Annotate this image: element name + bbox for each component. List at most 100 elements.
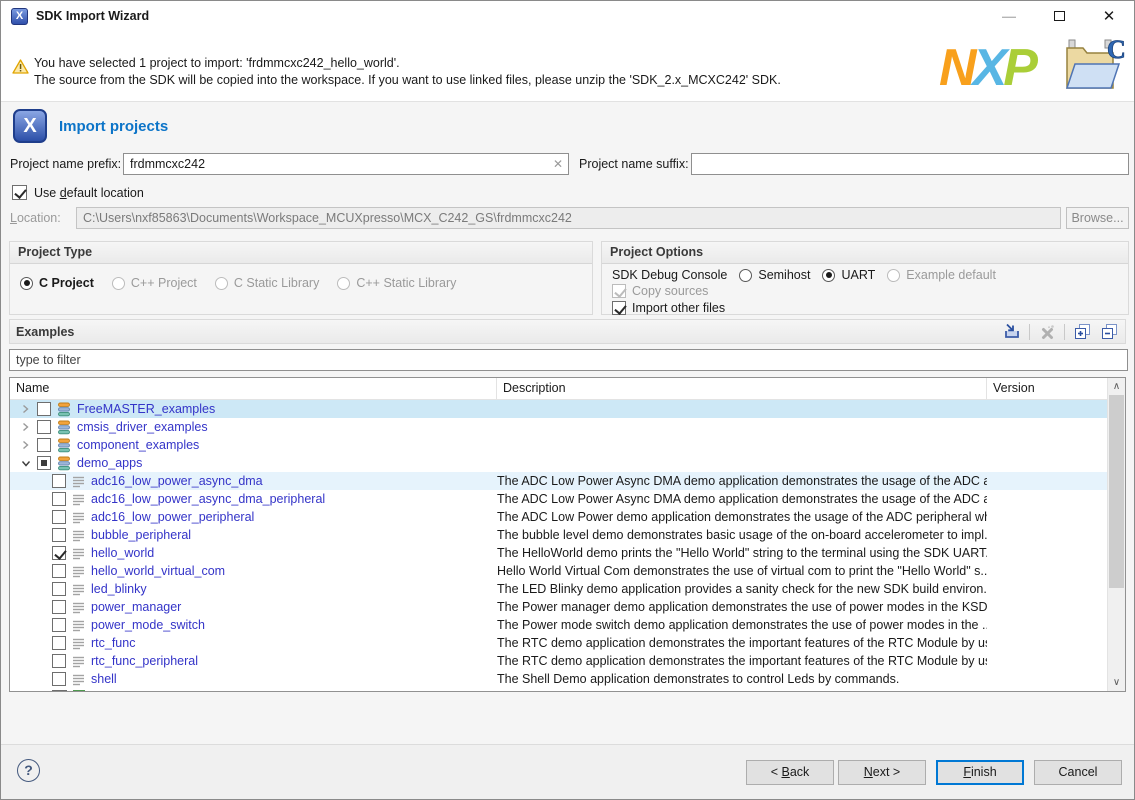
scrollbar-thumb[interactable]: [1109, 395, 1124, 588]
example-row-FreeMASTER_examples[interactable]: FreeMASTER_examples: [10, 400, 1107, 418]
scroll-up-icon[interactable]: ∧: [1108, 378, 1125, 395]
example-description: The Power manager demo application demon…: [497, 600, 987, 614]
chevron-right-icon[interactable]: [20, 404, 31, 414]
checkbox-label: Copy sources: [632, 284, 708, 298]
toolbar-separator: [1029, 324, 1030, 340]
suffix-input[interactable]: [691, 153, 1129, 175]
example-checkbox[interactable]: [52, 672, 66, 686]
example-file-icon: [72, 601, 85, 614]
chevron-right-icon[interactable]: [20, 422, 31, 432]
project-type-c-project[interactable]: C Project: [20, 276, 94, 290]
maximize-icon: [1054, 11, 1065, 21]
example-row-demo_apps[interactable]: demo_apps: [10, 454, 1107, 472]
radio-icon[interactable]: [739, 269, 752, 282]
toolbar-separator: [1064, 324, 1065, 340]
finish-button[interactable]: Finish: [936, 760, 1024, 785]
expand-all-icon[interactable]: [1072, 323, 1092, 341]
example-checkbox[interactable]: [52, 510, 66, 524]
example-checkbox[interactable]: [52, 654, 66, 668]
scroll-down-icon[interactable]: ∨: [1108, 674, 1125, 691]
example-checkbox[interactable]: [52, 582, 66, 596]
example-row-adc16_low_power_async_dma[interactable]: adc16_low_power_async_dmaThe ADC Low Pow…: [10, 472, 1107, 490]
examples-table-header[interactable]: Name Description Version: [10, 378, 1125, 400]
example-row-component_examples[interactable]: component_examples: [10, 436, 1107, 454]
example-row-rtc_func[interactable]: rtc_funcThe RTC demo application demonst…: [10, 634, 1107, 652]
example-checkbox[interactable]: [52, 492, 66, 506]
checkbox-label: Import other files: [632, 301, 725, 315]
example-name: shell: [91, 672, 117, 686]
use-default-location-checkbox[interactable]: Use default location: [12, 185, 144, 200]
minimize-button[interactable]: —: [984, 1, 1034, 31]
example-checkbox[interactable]: [52, 528, 66, 542]
category-icon: [57, 420, 71, 435]
example-checkbox[interactable]: [37, 438, 51, 452]
title-bar[interactable]: X SDK Import Wizard — ✕: [1, 1, 1134, 31]
filter-input[interactable]: [9, 349, 1128, 371]
example-checkbox[interactable]: [52, 474, 66, 488]
radio-icon[interactable]: [822, 269, 835, 282]
example-checkbox[interactable]: [37, 402, 51, 416]
page-title: Import projects: [59, 118, 168, 135]
chevron-down-icon[interactable]: [20, 459, 31, 468]
radio-icon[interactable]: [20, 277, 33, 290]
example-name: FreeMASTER_examples: [77, 402, 215, 416]
option-import-other-files[interactable]: Import other files: [612, 300, 1128, 316]
example-row-power_mode_switch[interactable]: power_mode_switchThe Power mode switch d…: [10, 616, 1107, 634]
example-row-rtc_func_peripheral[interactable]: rtc_func_peripheralThe RTC demo applicat…: [10, 652, 1107, 670]
example-description: The bubble level demo demonstrates basic…: [497, 528, 987, 542]
example-checkbox[interactable]: [52, 636, 66, 650]
chevron-right-icon[interactable]: [20, 440, 31, 450]
example-row-led_blinky[interactable]: led_blinkyThe LED Blinky demo applicatio…: [10, 580, 1107, 598]
example-name: hello_world_virtual_com: [91, 564, 225, 578]
example-checkbox[interactable]: [37, 420, 51, 434]
example-row-cmsis_driver_examples[interactable]: cmsis_driver_examples: [10, 418, 1107, 436]
back-button[interactable]: < Back: [746, 760, 834, 785]
help-button[interactable]: ?: [17, 759, 40, 782]
prefix-input[interactable]: [123, 153, 569, 175]
example-row-adc16_low_power_async_dma_peripheral[interactable]: adc16_low_power_async_dma_peripheralThe …: [10, 490, 1107, 508]
debug-console-semihost[interactable]: Semihost: [739, 268, 810, 282]
radio-label: Example default: [906, 268, 996, 282]
example-file-icon: [72, 637, 85, 650]
next-button[interactable]: Next >: [838, 760, 926, 785]
warning-icon: [12, 59, 29, 77]
column-header-version[interactable]: Version: [987, 378, 1107, 399]
location-input: [76, 207, 1061, 229]
example-row-bubble_peripheral[interactable]: bubble_peripheral The bubble level demo d…: [10, 526, 1107, 544]
examples-title: Examples: [16, 325, 74, 339]
maximize-button[interactable]: [1034, 1, 1084, 31]
close-button[interactable]: ✕: [1084, 1, 1134, 31]
example-checkbox[interactable]: [37, 456, 51, 470]
example-name: adc16_low_power_peripheral: [91, 510, 254, 524]
example-name: bubble_peripheral: [91, 528, 191, 542]
import-example-icon[interactable]: [1002, 323, 1022, 341]
example-checkbox[interactable]: [52, 546, 66, 560]
example-name: led_blinky: [91, 582, 147, 596]
checkbox-icon[interactable]: [612, 301, 626, 315]
examples-rows: FreeMASTER_examples cmsis_driver_examples…: [10, 400, 1107, 691]
checkbox-icon: [612, 284, 626, 298]
example-row-adc16_low_power_peripheral[interactable]: adc16_low_power_peripheralThe ADC Low Po…: [10, 508, 1107, 526]
banner-message-line1: You have selected 1 project to import: '…: [34, 56, 400, 70]
vertical-scrollbar[interactable]: ∧ ∨: [1107, 378, 1125, 691]
cancel-button[interactable]: Cancel: [1034, 760, 1122, 785]
clear-prefix-icon[interactable]: ✕: [551, 157, 565, 171]
example-row-partial: [10, 688, 1107, 691]
example-checkbox[interactable]: [52, 600, 66, 614]
example-description: The RTC demo application demonstrates th…: [497, 636, 987, 650]
debug-console-uart[interactable]: UART: [822, 268, 875, 282]
example-row-power_manager[interactable]: power_managerThe Power manager demo appl…: [10, 598, 1107, 616]
example-row-hello_world_virtual_com[interactable]: hello_world_virtual_comHello World Virtu…: [10, 562, 1107, 580]
example-checkbox[interactable]: [52, 618, 66, 632]
example-file-icon: [72, 493, 85, 506]
example-row-hello_world[interactable]: hello_worldThe HelloWorld demo prints th…: [10, 544, 1107, 562]
use-default-location-box[interactable]: [12, 185, 27, 200]
collapse-all-icon[interactable]: [1099, 323, 1119, 341]
project-type-c-static-library: C++ Static Library: [337, 276, 456, 290]
use-default-location-label: Use default location: [34, 186, 144, 200]
column-header-name[interactable]: Name: [10, 378, 497, 399]
column-header-description[interactable]: Description: [497, 378, 987, 399]
example-checkbox[interactable]: [52, 564, 66, 578]
sdk-debug-console-row: SDK Debug Console SemihostUARTExample de…: [602, 268, 1128, 282]
example-row-shell[interactable]: shellThe Shell Demo application demonstr…: [10, 670, 1107, 688]
